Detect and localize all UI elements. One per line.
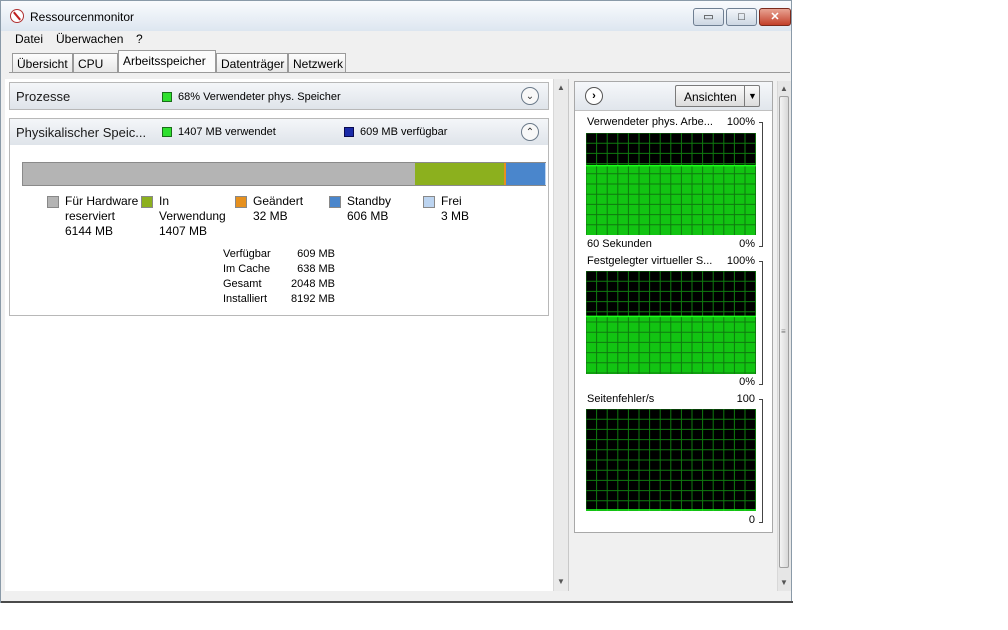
chevron-down-icon[interactable]: ⌄ xyxy=(521,87,539,105)
graph2-title: Festgelegter virtueller S... xyxy=(587,255,713,267)
stat-value-cached: 638 MB xyxy=(297,263,335,275)
resource-monitor-icon xyxy=(10,9,24,23)
graph3-max-label: 100 xyxy=(736,393,755,405)
grip-icon: ≡ xyxy=(781,327,786,336)
used-memory-indicator-icon xyxy=(162,127,172,137)
stat-label-total: Gesamt xyxy=(223,278,262,290)
stat-value-total: 2048 MB xyxy=(290,278,335,290)
legend-swatch xyxy=(141,196,153,208)
graphs-header: › Ansichten ▼ xyxy=(575,82,772,111)
stat-label-available: Verfügbar xyxy=(223,248,271,260)
legend-value: 1407 MB xyxy=(159,224,208,238)
tab-arbeitsspeicher[interactable]: Arbeitsspeicher xyxy=(118,50,216,73)
memory-bar-segment xyxy=(23,163,415,185)
tab-strip: Übersicht CPU Arbeitsspeicher Datenträge… xyxy=(1,48,791,74)
tab-netzwerk[interactable]: Netzwerk xyxy=(288,53,346,72)
legend-swatch xyxy=(235,196,247,208)
menu-help[interactable]: ? xyxy=(136,32,143,46)
legend-swatch xyxy=(329,196,341,208)
left-pane-scrollbar[interactable]: ▲ ▼ xyxy=(553,79,568,591)
legend-swatch xyxy=(423,196,435,208)
legend-swatch xyxy=(47,196,59,208)
legend-label: In xyxy=(159,194,170,208)
scroll-up-arrow-icon[interactable]: ▲ xyxy=(780,84,788,93)
tab-datentraeger[interactable]: Datenträger xyxy=(216,53,288,72)
graph1-title: Verwendeter phys. Arbe... xyxy=(587,116,713,128)
resource-monitor-window: Ressourcenmonitor ▭ □ ✕ Datei Überwachen… xyxy=(0,0,793,603)
dropdown-arrow-icon[interactable]: ▼ xyxy=(744,86,760,106)
physical-memory-indicator-icon xyxy=(162,92,172,102)
legend-label: Frei xyxy=(441,194,462,208)
minimize-button[interactable]: ▭ xyxy=(693,8,724,26)
graph1-min-label: 0% xyxy=(739,238,755,250)
tab-uebersicht[interactable]: Übersicht xyxy=(12,53,73,72)
graph1-axis xyxy=(759,122,763,247)
graph3-axis xyxy=(759,399,763,523)
scroll-thumb[interactable]: ≡ xyxy=(779,96,789,568)
stat-label-cached: Im Cache xyxy=(223,263,271,275)
menu-ueberwachen[interactable]: Überwachen xyxy=(56,32,123,46)
scroll-down-arrow-icon[interactable]: ▼ xyxy=(557,577,565,586)
graph1-max-label: 100% xyxy=(726,116,755,128)
graph3-min-label: 0 xyxy=(748,514,755,526)
scroll-up-arrow-icon[interactable]: ▲ xyxy=(557,83,565,92)
processes-section-header[interactable]: Prozesse 68% Verwendeter phys. Speicher … xyxy=(9,82,549,110)
graph2-min-label: 0% xyxy=(739,376,755,388)
menu-datei[interactable]: Datei xyxy=(15,32,43,46)
physical-memory-body: Für Hardware reserviert 6144 MB In Verwendu… xyxy=(9,145,549,316)
close-icon: ✕ xyxy=(770,10,780,23)
minimize-icon: ▭ xyxy=(703,10,714,23)
available-memory-indicator-icon xyxy=(344,127,354,137)
tab-divider xyxy=(9,72,790,73)
legend-label: Standby xyxy=(347,194,392,208)
legend-label: Verwendung xyxy=(159,209,226,223)
window-bottom-edge xyxy=(1,601,793,603)
stat-label-installed: Installiert xyxy=(223,293,268,305)
graph1-footer: 60 Sekunden xyxy=(587,238,652,250)
physical-memory-section-header[interactable]: Physikalischer Speic... 1407 MB verwende… xyxy=(9,118,549,146)
legend-value: 32 MB xyxy=(253,209,288,223)
title-bar[interactable]: Ressourcenmonitor ▭ □ ✕ xyxy=(1,1,791,31)
graph3-page-faults-chart xyxy=(586,409,756,511)
graph2-axis xyxy=(759,261,763,385)
available-memory-text: 609 MB verfügbar xyxy=(360,126,448,138)
window-title: Ressourcenmonitor xyxy=(30,10,135,24)
physical-memory-title: Physikalischer Speic... xyxy=(16,125,147,140)
used-memory-text: 1407 MB verwendet xyxy=(178,126,276,138)
legend-label: reserviert xyxy=(65,209,116,223)
graph2-max-label: 100% xyxy=(726,255,755,267)
left-pane: Prozesse 68% Verwendeter phys. Speicher … xyxy=(5,79,569,591)
right-pane-graphs: › Ansichten ▼ Verwendeter phys. Arbe... … xyxy=(574,81,773,533)
legend-label: Geändert xyxy=(253,194,304,208)
chevron-right-icon[interactable]: › xyxy=(585,87,603,105)
memory-bar-segment xyxy=(506,163,545,185)
legend-value: 6144 MB xyxy=(65,224,114,238)
close-button[interactable]: ✕ xyxy=(759,8,791,26)
legend-value: 606 MB xyxy=(347,209,389,223)
processes-title: Prozesse xyxy=(16,89,71,104)
scroll-down-arrow-icon[interactable]: ▼ xyxy=(780,578,788,587)
legend-value: 3 MB xyxy=(441,209,470,223)
maximize-button[interactable]: □ xyxy=(726,8,757,26)
views-dropdown-button[interactable]: Ansichten ▼ xyxy=(675,85,760,107)
chevron-up-icon[interactable]: ⌃ xyxy=(521,123,539,141)
graph1-physical-memory-chart xyxy=(586,133,756,235)
views-button-label: Ansichten xyxy=(684,90,737,104)
memory-usage-bar xyxy=(22,162,546,186)
graph2-virtual-memory-chart xyxy=(586,271,756,374)
menu-bar: Datei Überwachen ? xyxy=(1,31,791,48)
graph3-title: Seitenfehler/s xyxy=(587,393,655,405)
right-pane-scrollbar[interactable]: ▲ ≡ ▼ xyxy=(777,81,791,591)
stat-value-available: 609 MB xyxy=(297,248,335,260)
memory-bar-segment xyxy=(414,163,505,185)
tab-cpu[interactable]: CPU xyxy=(73,53,118,72)
processes-indicator-text: 68% Verwendeter phys. Speicher xyxy=(178,91,341,103)
legend-label: Für Hardware xyxy=(65,194,139,208)
stat-value-installed: 8192 MB xyxy=(290,293,335,305)
maximize-icon: □ xyxy=(738,10,745,23)
